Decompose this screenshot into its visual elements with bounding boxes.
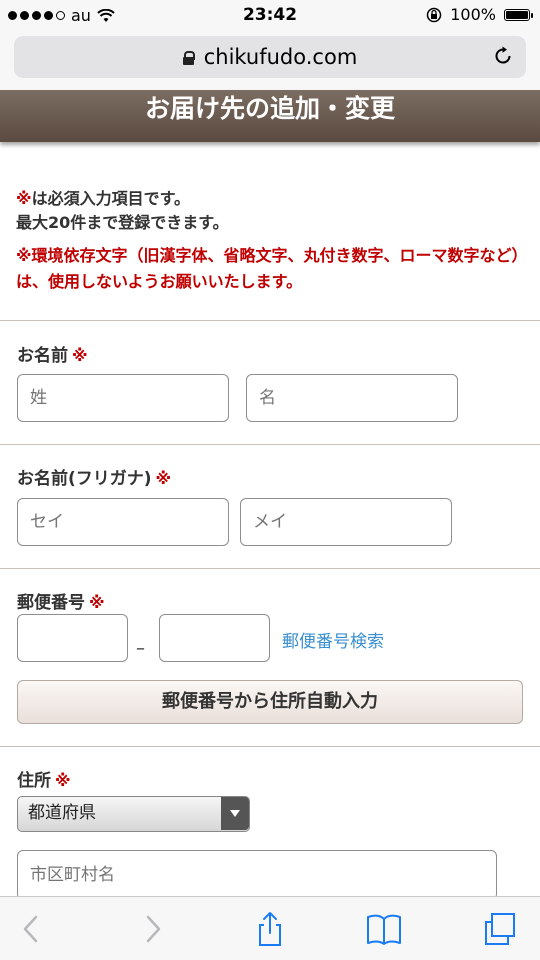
chevron-down-icon: [221, 797, 249, 830]
prefecture-select-value: 都道府県: [28, 803, 96, 823]
back-icon[interactable]: [14, 911, 50, 947]
name-label-text: お名前: [17, 346, 68, 366]
name-label: お名前 ※: [17, 341, 88, 366]
required-notice: ※は必須入力項目です。: [16, 187, 526, 211]
share-icon[interactable]: [252, 911, 288, 947]
zip-first-input[interactable]: [17, 614, 128, 662]
required-mark: ※: [155, 469, 172, 488]
last-name-kana-input[interactable]: [17, 498, 229, 546]
lock-icon: [182, 50, 195, 65]
orientation-lock-icon: [427, 7, 442, 22]
reload-icon[interactable]: [492, 45, 514, 67]
kana-label: お名前(フリガナ) ※: [17, 464, 171, 489]
browser-address-area: chikufudo.com: [0, 32, 540, 90]
last-name-input[interactable]: [17, 374, 229, 422]
status-right: 100%: [426, 5, 533, 24]
divider: [0, 320, 540, 321]
zip-autofill-button[interactable]: 郵便番号から住所自動入力: [17, 680, 523, 724]
zip-second-input[interactable]: [159, 614, 270, 662]
page-header: お届け先の追加・変更: [0, 90, 540, 142]
address-bar[interactable]: chikufudo.com: [14, 36, 526, 78]
browser-toolbar: [0, 896, 540, 960]
page-title: お届け先の追加・変更: [144, 94, 395, 123]
bookmarks-icon[interactable]: [366, 911, 402, 947]
forward-icon[interactable]: [134, 911, 170, 947]
first-name-kana-input[interactable]: [240, 498, 452, 546]
required-mark: ※: [72, 346, 88, 365]
zip-label-text: 郵便番号: [17, 593, 85, 613]
divider: [0, 746, 540, 747]
zip-separator: –: [136, 638, 145, 659]
url-text: chikufudo.com: [203, 45, 358, 69]
required-mark: ※: [89, 593, 105, 612]
zip-search-link[interactable]: 郵便番号検索: [282, 627, 384, 652]
kana-label-text: お名前(フリガナ): [17, 469, 152, 489]
city-input[interactable]: [17, 850, 497, 900]
first-name-input[interactable]: [246, 374, 458, 422]
tabs-icon[interactable]: [482, 911, 518, 947]
status-bar: au 23:42 100%: [0, 0, 540, 32]
battery-icon: [504, 8, 533, 21]
character-warning: ※環境依存文字（旧漢字体、省略文字、丸付き数字、ローマ数字など）は、使用しないよ…: [16, 246, 520, 291]
zip-label: 郵便番号 ※: [17, 588, 105, 613]
required-mark: ※: [55, 771, 71, 790]
limit-notice: 最大20件まで登録できます。: [16, 213, 229, 232]
divider: [0, 568, 540, 569]
notices: ※は必須入力項目です。 最大20件まで登録できます。 ※環境依存文字（旧漢字体、…: [16, 187, 526, 295]
required-text: は必須入力項目です。: [31, 189, 190, 208]
divider: [0, 444, 540, 445]
required-mark: ※: [16, 189, 32, 208]
address-label: 住所 ※: [17, 766, 71, 791]
prefecture-select[interactable]: 都道府県: [17, 796, 250, 832]
address-label-text: 住所: [17, 771, 51, 791]
battery-percent: 100%: [450, 5, 496, 24]
